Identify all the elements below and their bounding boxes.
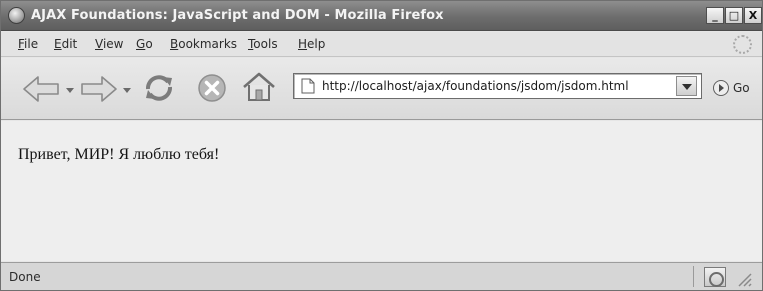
address-bar[interactable]: http://localhost/ajax/foundations/jsdom/… <box>293 73 702 99</box>
menu-tools-label: ools <box>253 37 278 51</box>
menu-tools[interactable]: Tools <box>248 37 278 51</box>
menu-edit-mnemonic: E <box>54 37 62 51</box>
menu-go-label: o <box>145 37 153 51</box>
menu-bookmarks[interactable]: Bookmarks <box>170 37 237 51</box>
stop-button[interactable] <box>196 72 228 104</box>
go-button[interactable]: Go <box>713 77 750 96</box>
menu-view[interactable]: View <box>95 37 123 51</box>
forward-history-dropdown[interactable] <box>123 88 131 94</box>
page-content: Привет, МИР! Я люблю тебя! <box>1 121 762 261</box>
menu-go[interactable]: Go <box>136 37 153 51</box>
reload-button[interactable] <box>141 72 177 104</box>
menu-bar: File Edit View Go Bookmarks Tools Help <box>1 32 762 57</box>
menu-help[interactable]: Help <box>298 37 325 51</box>
back-arrow-icon <box>23 76 59 102</box>
menu-edit-label: dit <box>61 37 78 51</box>
status-bar: Done <box>1 262 762 290</box>
stop-icon <box>198 74 226 102</box>
minimize-button[interactable]: _ <box>706 7 724 24</box>
page-text: Привет, МИР! Я люблю тебя! <box>18 146 220 163</box>
forward-button[interactable] <box>79 74 119 104</box>
home-icon <box>243 72 275 101</box>
home-button[interactable] <box>241 71 277 103</box>
status-divider <box>693 266 694 287</box>
back-history-dropdown[interactable] <box>66 88 74 94</box>
chevron-down-icon <box>66 88 74 93</box>
go-arrow-icon <box>713 79 729 96</box>
close-button[interactable]: X <box>744 7 762 24</box>
address-history-dropdown[interactable] <box>676 76 697 96</box>
activity-throbber-icon <box>733 35 752 54</box>
chevron-down-icon <box>123 88 131 93</box>
reload-icon <box>146 75 172 101</box>
menu-help-label: elp <box>307 37 326 51</box>
navigation-toolbar: http://localhost/ajax/foundations/jsdom/… <box>1 58 762 120</box>
menu-file-label: ile <box>24 37 39 51</box>
menu-help-mnemonic: H <box>298 37 308 51</box>
back-button[interactable] <box>21 74 61 104</box>
title-bar[interactable]: AJAX Foundations: JavaScript and DOM - M… <box>1 1 762 31</box>
menu-view-label: iew <box>102 37 124 51</box>
maximize-button[interactable]: □ <box>725 7 743 24</box>
menu-file[interactable]: File <box>18 37 38 51</box>
menu-view-mnemonic: V <box>95 37 103 51</box>
menu-edit[interactable]: Edit <box>54 37 77 51</box>
go-label: Go <box>733 80 750 95</box>
menu-bookmarks-mnemonic: B <box>170 37 179 51</box>
status-text: Done <box>9 270 41 284</box>
resize-grip-icon[interactable] <box>734 269 752 287</box>
menu-go-mnemonic: G <box>136 37 146 51</box>
window-title: AJAX Foundations: JavaScript and DOM - M… <box>31 8 444 23</box>
forward-arrow-icon <box>81 76 117 102</box>
page-icon <box>301 78 315 94</box>
address-input[interactable]: http://localhost/ajax/foundations/jsdom/… <box>322 79 672 93</box>
browser-window: AJAX Foundations: JavaScript and DOM - M… <box>0 0 763 291</box>
firefox-icon <box>8 7 25 24</box>
security-status-icon[interactable] <box>704 267 726 287</box>
menu-bookmarks-label: ookmarks <box>178 37 238 51</box>
